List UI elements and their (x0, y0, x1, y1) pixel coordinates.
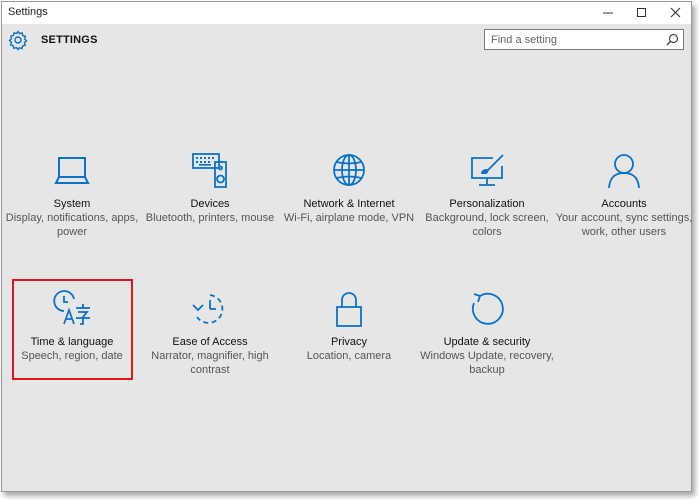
search-icon[interactable] (666, 33, 679, 46)
page-title: SETTINGS (41, 34, 98, 46)
maximize-button[interactable] (625, 2, 659, 24)
refresh-icon (471, 292, 504, 325)
tile-description: Wi-Fi, airplane mode, VPN (283, 212, 415, 224)
close-button[interactable] (659, 2, 693, 24)
tile-system[interactable]: System Display, notifications, apps, pow… (2, 152, 142, 239)
tile-description: Windows Update, recovery, backup (420, 350, 554, 376)
tile-network[interactable]: Network & Internet Wi-Fi, airplane mode,… (279, 152, 419, 225)
tile-devices[interactable]: Devices Bluetooth, printers, mouse (140, 152, 280, 225)
ease-of-access-icon (192, 294, 224, 324)
tile-description: Display, notifications, apps, power (5, 212, 139, 238)
maximize-icon (637, 8, 646, 17)
laptop-icon (54, 157, 90, 184)
tile-name: System (53, 198, 91, 210)
close-icon (670, 7, 681, 18)
tile-name: Update & security (443, 336, 531, 348)
tile-name: Privacy (330, 336, 368, 348)
tile-name: Ease of Access (172, 336, 248, 348)
tile-personalization[interactable]: Personalization Background, lock screen,… (417, 152, 557, 239)
lock-icon (336, 292, 362, 327)
keyboard-speaker-icon (192, 153, 227, 188)
settings-header: SETTINGS (2, 24, 691, 60)
tile-description: Your account, sync settings, work, other… (555, 212, 693, 238)
search-input[interactable] (491, 32, 656, 47)
tile-name: Devices (190, 198, 230, 210)
window-title: Settings (8, 6, 48, 18)
title-bar: Settings (2, 2, 691, 24)
tile-description: Bluetooth, printers, mouse (145, 212, 275, 224)
minimize-button[interactable] (591, 2, 625, 24)
gear-icon (8, 30, 28, 51)
settings-window: Settings SETTINGS Find a setting System … (1, 1, 692, 492)
paint-monitor-icon (471, 154, 504, 186)
tile-accounts[interactable]: Accounts Your account, sync settings, wo… (554, 152, 694, 239)
person-icon (608, 154, 640, 189)
tile-description: Narrator, magnifier, high contrast (151, 350, 269, 376)
tile-privacy[interactable]: Privacy Location, camera (279, 290, 419, 363)
tile-name: Personalization (449, 198, 525, 210)
tile-name: Accounts (601, 198, 647, 210)
search-box[interactable] (484, 29, 684, 50)
highlight-box (12, 279, 133, 380)
tile-description: Location, camera (306, 350, 392, 362)
tile-description: Background, lock screen, colors (425, 212, 549, 238)
tile-update-security[interactable]: Update & security Windows Update, recove… (417, 290, 557, 377)
tile-ease-of-access[interactable]: Ease of Access Narrator, magnifier, high… (140, 290, 280, 377)
globe-icon (333, 154, 365, 186)
minimize-icon (603, 12, 613, 14)
tile-name: Network & Internet (303, 198, 395, 210)
